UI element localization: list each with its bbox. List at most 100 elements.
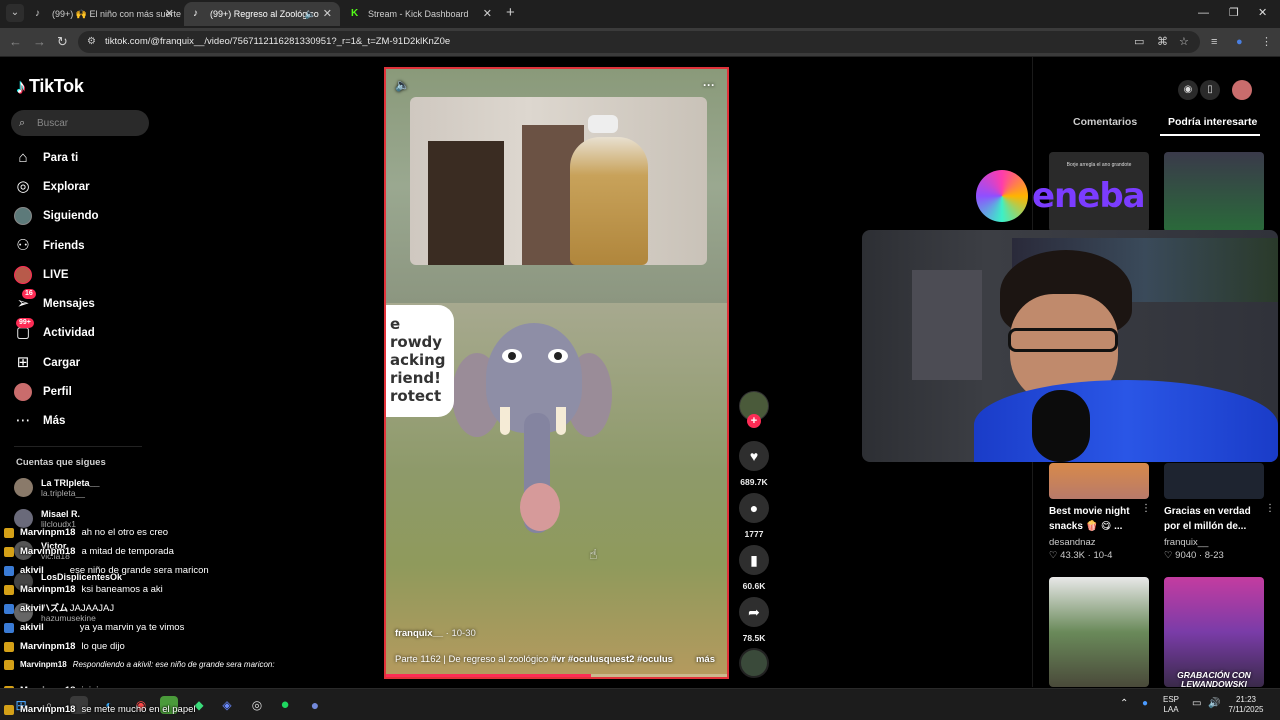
nav-label: Mensajes xyxy=(43,298,95,310)
new-tab-button[interactable]: + xyxy=(506,4,515,22)
nav-label: LIVE xyxy=(43,269,69,281)
video-progress-bar[interactable] xyxy=(386,674,727,677)
chevron-up-icon[interactable]: ⌃ xyxy=(1120,699,1128,709)
close-icon[interactable]: ✕ xyxy=(323,2,332,26)
tab-search-button[interactable]: ⌄ xyxy=(6,4,24,22)
speaker-icon[interactable]: 🔈 xyxy=(305,2,316,26)
obs-icon[interactable]: ◎ xyxy=(248,696,266,714)
tab-podria-interesarte[interactable]: Podría interesarte xyxy=(1168,116,1257,128)
video-author[interactable]: franquix__ xyxy=(395,628,443,639)
bookmark-star-icon[interactable]: ☆ xyxy=(1179,35,1189,49)
video-hashtags[interactable]: #vr #oculusquest2 #oculus xyxy=(551,654,673,665)
volume-icon[interactable]: 🔊 xyxy=(1208,699,1220,709)
tiktok-logo[interactable]: ♪ TikTok xyxy=(16,76,84,97)
nav-perfil[interactable]: Perfil xyxy=(14,380,72,404)
nav-siguiendo[interactable]: Siguiendo xyxy=(14,204,99,228)
search-input[interactable] xyxy=(37,110,141,136)
discord-icon[interactable]: ● xyxy=(306,696,324,714)
browser-tab-2[interactable]: ♪ (99+) Regreso al Zoológico 🔈 ✕ xyxy=(184,2,340,26)
rec-title[interactable]: Best movie night snacks 🍿 😋 ... xyxy=(1049,504,1151,534)
spotify-icon[interactable]: ● xyxy=(276,696,294,714)
following-account[interactable]: La TRIpleta__ la.tripleta__ xyxy=(14,478,100,499)
close-window-button[interactable]: ✕ xyxy=(1258,4,1267,22)
recommended-video-thumb[interactable] xyxy=(1164,152,1264,232)
tab-title: Stream - Kick Dashboard xyxy=(368,9,469,19)
recommended-video-thumb[interactable] xyxy=(1049,463,1149,499)
recommended-video-thumb[interactable] xyxy=(1049,577,1149,687)
device-icon[interactable]: ▯ xyxy=(1200,80,1220,100)
nav-label: Cargar xyxy=(43,357,81,369)
friends-icon: ⚇ xyxy=(16,237,30,254)
nav-actividad[interactable]: ▢ 99+ Actividad xyxy=(14,318,95,345)
comment-button[interactable]: ● xyxy=(739,493,769,523)
bookmark-icon: ▮ xyxy=(750,552,758,568)
back-icon[interactable]: ← xyxy=(9,34,22,50)
translate-icon[interactable]: ⌘ xyxy=(1157,35,1168,49)
nav-para-ti[interactable]: ⌂ Para ti xyxy=(14,146,78,170)
more-dots-icon[interactable]: ··· xyxy=(703,78,715,92)
search-box[interactable]: ⌕ xyxy=(11,110,149,136)
chat-message: Marvinpm18 Respondiendo a akivil: ese niñ… xyxy=(4,659,275,671)
site-info-icon[interactable]: ⚙ xyxy=(87,36,96,48)
chrome-menu-icon[interactable]: ⋮ xyxy=(1261,35,1272,49)
rec-author[interactable]: desandnaz xyxy=(1049,537,1095,548)
lang-text: ESP xyxy=(1163,695,1180,704)
nav-label: Para ti xyxy=(43,152,79,164)
save-button[interactable]: ▮ xyxy=(739,545,769,575)
following-section-title: Cuentas que sigues xyxy=(16,457,106,468)
video-author-line: franquix__ · 10-30 xyxy=(395,628,476,639)
chat-badge-icon xyxy=(4,660,14,670)
tiktok-icon: ♪ xyxy=(193,8,198,19)
clock[interactable]: 21:23 7/11/2025 xyxy=(1224,695,1268,715)
address-bar[interactable]: ⚙ tiktok.com/@franquix__/video/756711211… xyxy=(78,31,1200,53)
browser-tab-1[interactable]: ♪ (99+) 🙌 El niño con más suerte ✕ xyxy=(26,2,182,26)
follow-plus-button[interactable]: + xyxy=(747,414,761,428)
close-icon[interactable]: ✕ xyxy=(165,2,174,26)
compass-icon[interactable]: ◉ xyxy=(1178,80,1198,100)
chat-user: Marvinpm18 xyxy=(20,641,76,652)
tab-title: (99+) Regreso al Zoológico xyxy=(210,9,319,19)
speech-bubble: e rowdy acking riend! rotect xyxy=(386,305,454,417)
rec-title[interactable]: Gracias en verdad por el millón de... xyxy=(1164,504,1266,534)
cast-icon[interactable]: ▭ xyxy=(1134,35,1144,49)
browser-tab-3[interactable]: K Stream - Kick Dashboard ✕ xyxy=(342,2,500,26)
more-options-icon[interactable]: ⋮ xyxy=(1265,503,1275,514)
chat-message: Marvinpm18 lo que dijo xyxy=(4,641,125,653)
music-disc-icon[interactable] xyxy=(739,648,769,678)
share-button[interactable]: ➦ xyxy=(739,597,769,627)
chat-badge-icon xyxy=(4,623,14,633)
network-icon[interactable]: ▭ xyxy=(1192,699,1201,709)
mouse-cursor-icon: ☝ xyxy=(589,546,598,562)
restore-button[interactable]: ❐ xyxy=(1229,4,1239,22)
reading-list-icon[interactable]: ≡ xyxy=(1211,35,1217,49)
forward-icon[interactable]: → xyxy=(33,34,46,50)
nav-explorar[interactable]: ◎ Explorar xyxy=(14,175,90,199)
speaker-icon[interactable]: 🔈 xyxy=(395,78,410,92)
chat-message: Marvinpm18 a mitad de temporada xyxy=(4,546,174,558)
nav-label: Más xyxy=(43,415,66,427)
rec-author[interactable]: franquix__ xyxy=(1164,537,1208,548)
avatar[interactable] xyxy=(1232,80,1252,100)
minimize-button[interactable]: — xyxy=(1198,4,1209,22)
nav-mensajes[interactable]: ➢ 16 Mensajes xyxy=(14,289,95,316)
heart-outline-icon: ♡ xyxy=(1164,550,1176,561)
more-options-icon[interactable]: ⋮ xyxy=(1141,503,1151,514)
video-player[interactable]: e rowdy acking riend! rotect 🔈 ··· franq… xyxy=(384,67,729,679)
profile-icon[interactable]: ● xyxy=(1236,35,1243,49)
tab-comentarios[interactable]: Comentarios xyxy=(1073,116,1137,128)
keyboard-language[interactable]: ESP LAA xyxy=(1163,695,1179,715)
url-text[interactable]: tiktok.com/@franquix__/video/75671121162… xyxy=(105,31,450,53)
nav-label: Explorar xyxy=(43,181,90,193)
nav-cargar[interactable]: ⊞ Cargar xyxy=(14,351,80,375)
nav-mas[interactable]: ⋯ Más xyxy=(14,409,66,433)
microphone-icon[interactable]: ● xyxy=(1142,699,1148,709)
recommended-video-thumb[interactable] xyxy=(1164,463,1264,499)
video-more-link[interactable]: más xyxy=(696,654,715,665)
app-icon[interactable]: ◈ xyxy=(218,696,236,714)
nav-friends[interactable]: ⚇ Friends xyxy=(14,234,84,258)
reload-icon[interactable]: ↻ xyxy=(57,34,68,50)
profile-avatar xyxy=(14,383,32,401)
close-icon[interactable]: ✕ xyxy=(483,2,492,26)
nav-live[interactable]: LIVE xyxy=(14,263,69,287)
like-button[interactable]: ♥ xyxy=(739,441,769,471)
